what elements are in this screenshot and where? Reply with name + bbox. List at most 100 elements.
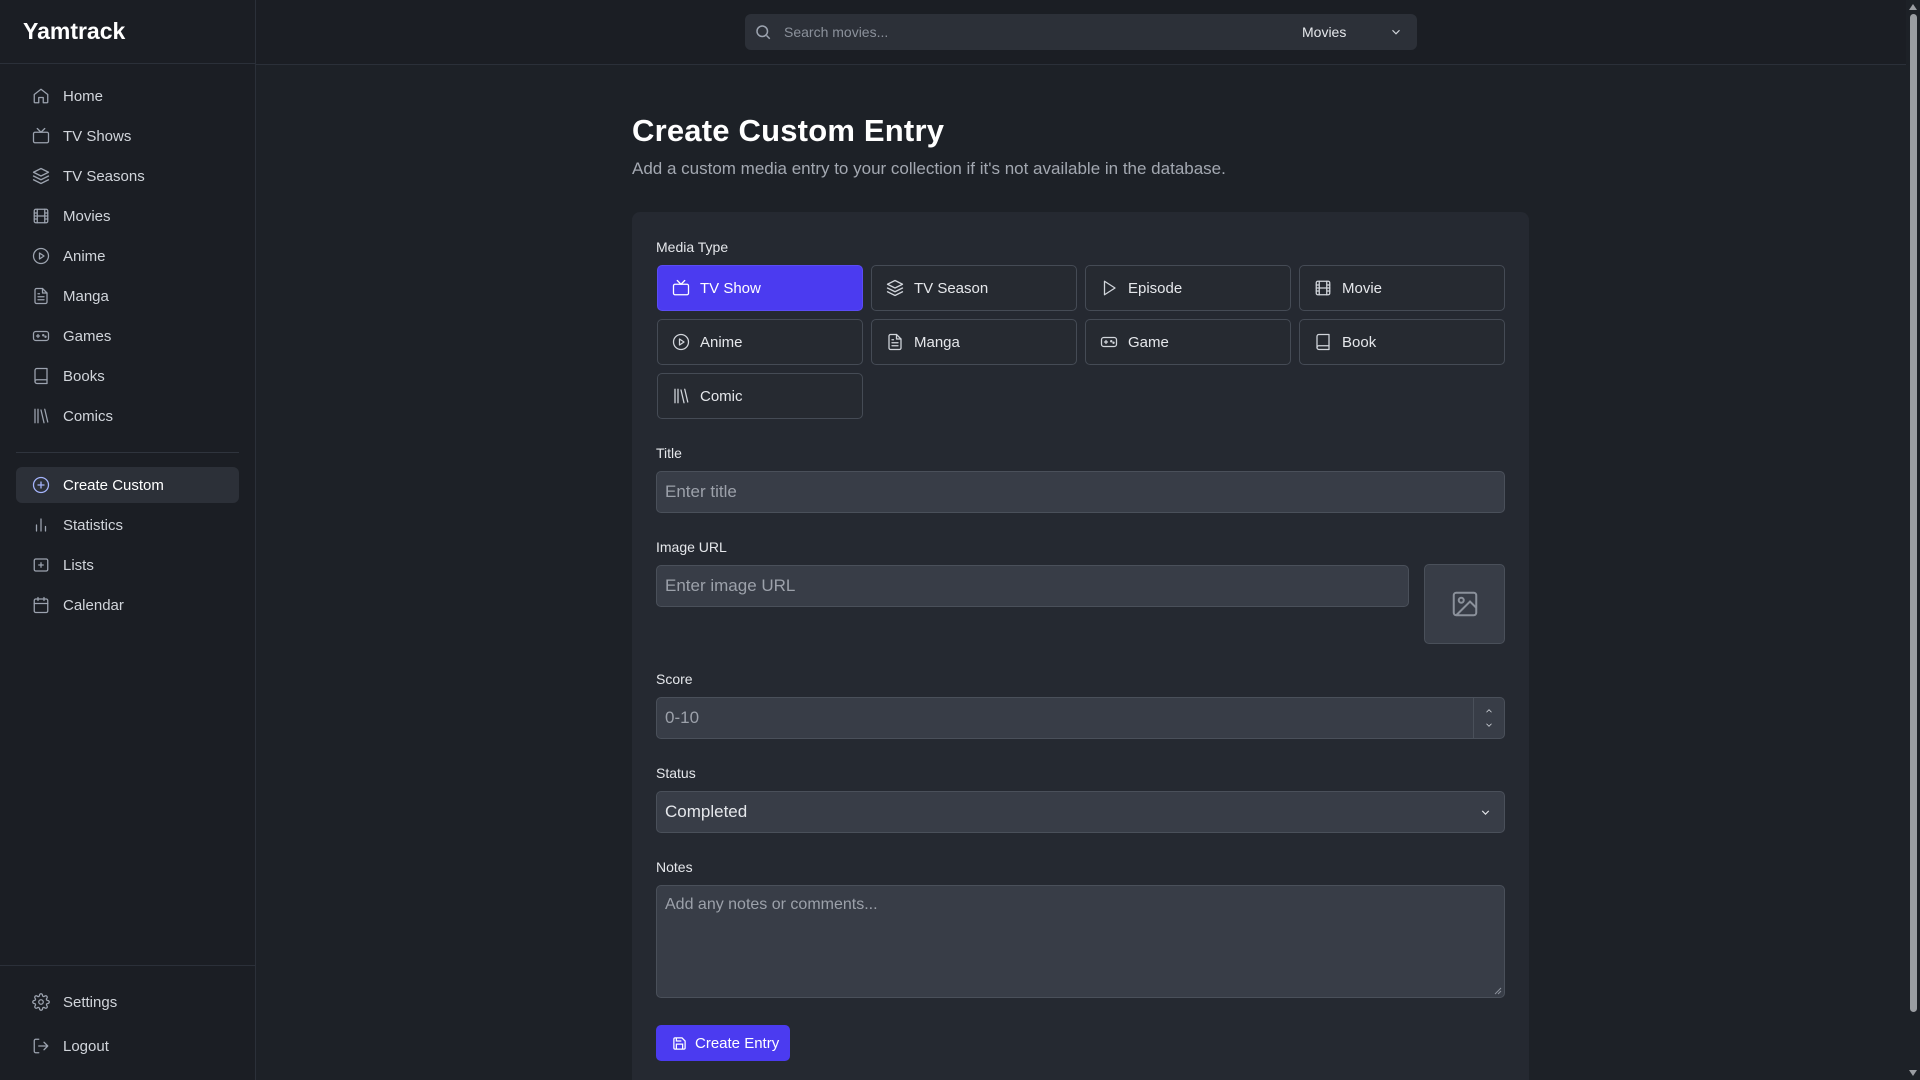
page-scrollbar[interactable] [1906, 0, 1920, 1080]
app-logo[interactable]: Yamtrack [0, 0, 255, 64]
create-entry-form: Media Type TV Show TV Season Episode Mov… [632, 212, 1529, 1080]
search-bar: Movies [745, 14, 1417, 50]
chevron-down-icon[interactable] [1484, 720, 1494, 730]
play-circle-icon [32, 247, 50, 265]
layers-icon [32, 167, 50, 185]
media-type-label: Media Type [656, 239, 729, 255]
sidebar-item-settings[interactable]: Settings [16, 982, 239, 1022]
sidebar-item-anime[interactable]: Anime [16, 238, 239, 274]
sidebar-item-label: Lists [63, 556, 94, 574]
score-label: Score [656, 671, 693, 687]
score-stepper[interactable] [1473, 698, 1504, 738]
save-icon [673, 1036, 686, 1050]
sidebar-item-games[interactable]: Games [16, 318, 239, 354]
media-type-comic[interactable]: Comic [657, 373, 863, 419]
top-bar: Movies [256, 0, 1920, 65]
status-select[interactable]: Completed [656, 791, 1505, 833]
media-type-label-text: Book [1342, 333, 1377, 351]
create-entry-button[interactable]: Create Entry [656, 1025, 790, 1061]
media-type-anime[interactable]: Anime [657, 319, 863, 365]
create-entry-label: Create Entry [695, 1034, 780, 1052]
sidebar-item-label: Books [63, 367, 105, 385]
search-type-select[interactable]: Movies [1287, 24, 1417, 40]
media-type-label-text: TV Show [700, 279, 761, 297]
notes-label: Notes [656, 859, 693, 875]
plus-circle-icon [32, 476, 50, 494]
sidebar-item-statistics[interactable]: Statistics [16, 507, 239, 543]
media-type-label-text: Comic [700, 387, 743, 405]
image-preview [1424, 564, 1505, 644]
sidebar-item-tv-shows[interactable]: TV Shows [16, 118, 239, 154]
sidebar-item-books[interactable]: Books [16, 358, 239, 394]
book-icon [1316, 333, 1330, 351]
home-icon [33, 88, 49, 104]
sidebar-item-label: TV Seasons [63, 167, 145, 185]
sidebar-item-label: Home [63, 87, 104, 105]
score-placeholder: 0-10 [665, 708, 700, 727]
media-type-tv-season[interactable]: TV Season [871, 265, 1077, 311]
media-type-book[interactable]: Book [1299, 319, 1505, 365]
tv-icon [672, 279, 690, 296]
scrollbar-thumb[interactable] [1910, 14, 1917, 1012]
sidebar-item-movies[interactable]: Movies [16, 198, 239, 234]
sidebar-item-label: Manga [63, 287, 109, 305]
sidebar-item-tv-seasons[interactable]: TV Seasons [16, 158, 239, 194]
search-icon [756, 25, 771, 40]
status-label: Status [656, 765, 696, 781]
image-icon [1452, 591, 1477, 617]
sidebar-item-calendar[interactable]: Calendar [16, 587, 239, 623]
media-type-label-text: Anime [700, 333, 743, 351]
image-url-input[interactable]: Enter image URL [656, 565, 1409, 607]
library-icon [674, 388, 689, 404]
gamepad-icon [32, 330, 50, 342]
sidebar-item-home[interactable]: Home [16, 78, 239, 114]
search-input[interactable] [772, 24, 1287, 40]
page-title: Create Custom Entry [632, 113, 945, 148]
calendar-icon [33, 596, 49, 614]
title-label: Title [656, 445, 682, 461]
sidebar-item-label: Create Custom [63, 476, 164, 494]
logout-icon [33, 1038, 49, 1054]
sidebar-item-lists[interactable]: Lists [16, 547, 239, 583]
media-type-label-text: Episode [1128, 279, 1183, 297]
sidebar-item-label: Calendar [63, 596, 124, 614]
sidebar-item-label: Settings [63, 993, 118, 1011]
scroll-up-arrow[interactable] [1909, 4, 1917, 10]
media-type-manga[interactable]: Manga [871, 319, 1077, 365]
scroll-down-arrow[interactable] [1909, 1070, 1917, 1076]
status-value: Completed [665, 802, 748, 821]
file-text-icon [888, 333, 902, 351]
media-type-movie[interactable]: Movie [1299, 265, 1505, 311]
play-icon [1103, 280, 1116, 296]
resize-handle-icon[interactable] [1494, 987, 1502, 995]
image-url-placeholder: Enter image URL [665, 576, 796, 595]
sidebar-item-label: Comics [63, 407, 114, 425]
sidebar-footer: Settings Logout [0, 965, 255, 1080]
notes-textarea[interactable]: Add any notes or comments... [656, 885, 1505, 998]
media-type-tv-show[interactable]: TV Show [657, 265, 863, 311]
search-type-value: Movies [1302, 24, 1347, 40]
sidebar-item-manga[interactable]: Manga [16, 278, 239, 314]
media-type-episode[interactable]: Episode [1085, 265, 1291, 311]
sidebar-item-label: Statistics [63, 516, 124, 534]
sidebar: Yamtrack Home TV Shows TV Seasons Movies… [0, 0, 256, 1080]
sidebar-item-create-custom[interactable]: Create Custom [16, 467, 239, 503]
layers-icon [886, 279, 904, 297]
title-input[interactable]: Enter title [656, 471, 1505, 513]
chevron-down-icon [1481, 810, 1490, 815]
media-type-label-text: Manga [914, 333, 960, 351]
chevron-down-icon [1392, 29, 1400, 35]
sidebar-item-label: Movies [63, 207, 111, 225]
sidebar-item-comics[interactable]: Comics [16, 398, 239, 434]
sidebar-item-label: Anime [63, 247, 106, 265]
score-input[interactable]: 0-10 [656, 697, 1505, 739]
sidebar-item-logout[interactable]: Logout [16, 1026, 239, 1066]
gamepad-icon [1100, 336, 1118, 348]
folder-plus-icon [33, 558, 49, 572]
media-type-game[interactable]: Game [1085, 319, 1291, 365]
library-icon [34, 408, 49, 424]
chevron-up-icon[interactable] [1484, 706, 1494, 716]
tv-icon [32, 127, 50, 144]
sidebar-item-label: Logout [63, 1037, 109, 1055]
gear-icon [32, 993, 50, 1011]
